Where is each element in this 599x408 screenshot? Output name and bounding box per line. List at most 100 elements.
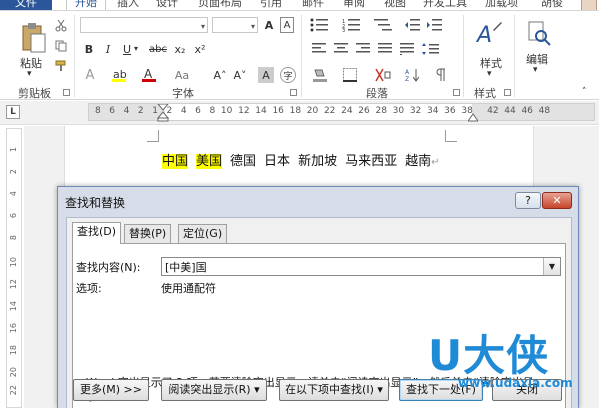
sort-icon[interactable]: AZ bbox=[402, 67, 424, 83]
tab-view[interactable]: 视图 bbox=[384, 0, 406, 10]
vruler-number: 20 bbox=[9, 367, 18, 378]
shading-icon[interactable] bbox=[310, 67, 330, 83]
document-word[interactable]: 日本 bbox=[264, 154, 290, 169]
highlight-color-icon[interactable]: ab bbox=[110, 67, 128, 83]
options-label: 选项: bbox=[76, 282, 102, 295]
svg-text:3: 3 bbox=[342, 28, 345, 32]
document-word[interactable]: 越南 bbox=[405, 154, 431, 169]
align-center-icon[interactable] bbox=[332, 41, 350, 57]
styles-icon[interactable]: A bbox=[474, 19, 504, 53]
find-what-field[interactable]: ▼ bbox=[161, 257, 561, 276]
find-what-input[interactable] bbox=[165, 259, 535, 274]
collapse-ribbon-icon[interactable]: ˄ bbox=[582, 87, 587, 97]
change-case-button[interactable]: Aa bbox=[170, 67, 194, 83]
italic-button[interactable]: I bbox=[101, 41, 115, 57]
vruler-number: 16 bbox=[9, 323, 18, 334]
tab-selector[interactable]: L bbox=[6, 105, 20, 119]
find-history-dropdown-icon[interactable]: ▼ bbox=[543, 258, 560, 275]
svg-text:A: A bbox=[144, 67, 153, 81]
styles-group-label: 样式 bbox=[474, 87, 496, 100]
tab-review[interactable]: 审阅 bbox=[343, 0, 365, 10]
tab-references[interactable]: 引用 bbox=[260, 0, 282, 10]
font-color-icon[interactable]: A bbox=[140, 67, 158, 83]
horizontal-ruler[interactable]: 8 6 4 2 1 2 4 6 8 10 12 14 16 18 20 22 2… bbox=[88, 103, 595, 122]
ribbon-tab-bar: 文件 开始 插入 设计 页面布局 引用 邮件 审阅 视图 开发工具 加载项 胡俊 bbox=[0, 0, 599, 12]
tab-goto[interactable]: 定位(G) bbox=[178, 224, 228, 244]
grow-font-icon[interactable]: A bbox=[262, 17, 276, 33]
increase-indent-icon[interactable] bbox=[426, 17, 444, 33]
group-divider bbox=[301, 15, 302, 97]
clear-format-icon[interactable]: A bbox=[280, 17, 294, 33]
tab-find[interactable]: 查找(D) bbox=[72, 222, 122, 244]
svg-text:A: A bbox=[405, 69, 410, 76]
enclose-char-button[interactable]: 字 bbox=[280, 67, 296, 83]
group-divider bbox=[514, 15, 515, 97]
vruler-number: 2 bbox=[9, 169, 18, 175]
find-in-button[interactable]: 在以下项中查找(I) ▾ bbox=[279, 379, 389, 401]
help-button[interactable]: ? bbox=[515, 192, 541, 209]
numbering-icon[interactable]: 123 bbox=[340, 17, 366, 33]
vertical-ruler[interactable]: 1 2 4 6 8 10 12 14 16 18 20 22 bbox=[6, 128, 22, 408]
tab-design[interactable]: 设计 bbox=[156, 0, 178, 10]
editing-dropdown-icon[interactable]: ▾ bbox=[533, 65, 538, 75]
underline-button[interactable]: U bbox=[120, 41, 134, 57]
document-word-highlighted[interactable]: 美国 bbox=[196, 154, 223, 169]
clipboard-launcher-icon[interactable] bbox=[63, 89, 70, 96]
indent-marker-icon[interactable] bbox=[157, 104, 169, 122]
tab-mailings[interactable]: 邮件 bbox=[302, 0, 324, 10]
font-launcher-icon[interactable] bbox=[290, 89, 297, 96]
tab-layout[interactable]: 页面布局 bbox=[198, 0, 242, 10]
svg-text:Z: Z bbox=[405, 76, 409, 82]
more-button[interactable]: 更多(M) >> bbox=[73, 379, 149, 401]
shrink-font-button[interactable]: A˅ bbox=[232, 67, 248, 83]
line-spacing-icon[interactable] bbox=[420, 41, 442, 57]
justify-icon[interactable] bbox=[376, 41, 394, 57]
styles-launcher-icon[interactable] bbox=[504, 89, 511, 96]
underline-dropdown-icon[interactable]: ▾ bbox=[134, 44, 138, 53]
close-icon[interactable]: ✕ bbox=[542, 192, 572, 209]
borders-icon[interactable] bbox=[340, 67, 360, 83]
paste-dropdown-icon[interactable]: ▾ bbox=[27, 69, 32, 79]
char-shading-button[interactable]: A bbox=[258, 67, 274, 83]
subscript-button[interactable]: x₂ bbox=[172, 41, 188, 57]
document-word[interactable]: 新加坡 bbox=[298, 154, 337, 169]
document-word[interactable]: 德国 bbox=[230, 154, 256, 169]
superscript-button[interactable]: x² bbox=[192, 41, 208, 57]
vruler-number: 18 bbox=[9, 345, 18, 356]
tab-file[interactable]: 文件 bbox=[0, 0, 52, 10]
paragraph-launcher-icon[interactable] bbox=[453, 89, 460, 96]
font-name-combo[interactable]: ▾ bbox=[80, 17, 208, 33]
cut-icon[interactable] bbox=[54, 19, 68, 33]
bold-button[interactable]: B bbox=[82, 41, 96, 57]
tab-addins[interactable]: 加载项 bbox=[485, 0, 518, 10]
editing-icon[interactable] bbox=[524, 19, 552, 47]
vruler-number: 12 bbox=[9, 279, 18, 290]
right-indent-marker-icon[interactable] bbox=[468, 112, 478, 122]
decrease-indent-icon[interactable] bbox=[404, 17, 422, 33]
reading-highlight-button[interactable]: 阅读突出显示(R) ▾ bbox=[161, 379, 267, 401]
copy-icon[interactable] bbox=[54, 39, 68, 53]
grow-font-button[interactable]: A˄ bbox=[212, 67, 228, 83]
paste-icon[interactable] bbox=[18, 19, 48, 55]
document-word-highlighted[interactable]: 中国 bbox=[162, 154, 189, 169]
document-word[interactable]: 马来西亚 bbox=[345, 154, 397, 169]
tab-replace[interactable]: 替换(P) bbox=[124, 224, 172, 244]
chinese-layout-icon[interactable] bbox=[372, 67, 394, 83]
tab-developer[interactable]: 开发工具 bbox=[423, 0, 467, 10]
align-right-icon[interactable] bbox=[354, 41, 372, 57]
bullets-icon[interactable] bbox=[308, 17, 334, 33]
format-painter-icon[interactable] bbox=[54, 59, 68, 73]
strikethrough-button[interactable]: abc bbox=[147, 41, 169, 57]
align-left-icon[interactable] bbox=[310, 41, 328, 57]
font-size-combo[interactable]: ▾ bbox=[212, 17, 258, 33]
document-text-line[interactable]: 中国 美国 德国 日本 新加坡 马来西亚 越南↵ bbox=[162, 150, 440, 169]
distribute-icon[interactable] bbox=[398, 41, 416, 57]
tab-insert[interactable]: 插入 bbox=[117, 0, 139, 10]
font-group-label: 字体 bbox=[172, 87, 194, 100]
multilevel-list-icon[interactable] bbox=[372, 17, 398, 33]
tab-home[interactable]: 开始 bbox=[66, 0, 106, 10]
text-effects-icon[interactable]: A bbox=[82, 67, 98, 83]
user-name[interactable]: 胡俊 bbox=[541, 0, 563, 10]
show-marks-icon[interactable] bbox=[430, 67, 450, 83]
styles-dropdown-icon[interactable]: ▾ bbox=[487, 69, 492, 79]
